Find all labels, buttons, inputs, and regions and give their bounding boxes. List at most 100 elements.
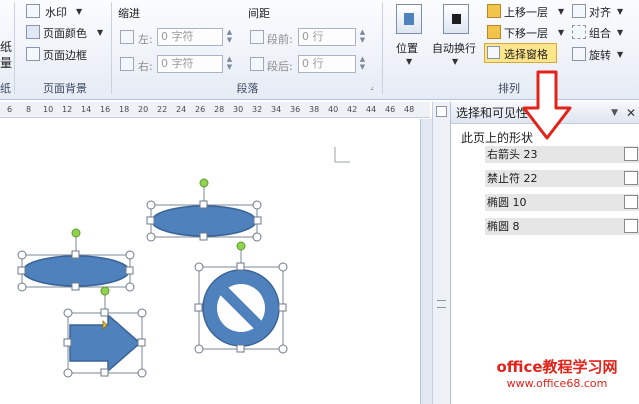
watermark-line-2: www.office68.com [506,377,608,390]
ribbon-stub-bottom[interactable]: 量 [0,54,12,71]
spacing-before-icon [250,30,264,44]
bring-forward-label: 上移一层 [504,6,548,19]
indent-right-stepper[interactable]: ▲ ▼ [225,55,234,73]
chevron-down-icon: ▼ [617,7,624,16]
spacing-before-stepper[interactable]: ▲ ▼ [358,28,367,46]
chevron-down-icon: ▼ [76,7,83,16]
page-color-icon [26,25,40,39]
ruler-tick: 42 [347,105,358,114]
ribbon-stub-top[interactable]: 纸 [0,38,12,55]
resize-handle [236,344,245,353]
ruler-tick: 38 [309,105,320,114]
site-watermark: office教程学习网 www.office68.com [478,356,636,390]
group-icon [572,25,586,39]
ruler-tick: 12 [62,105,73,114]
rotate-icon [572,47,586,61]
indent-left-stepper[interactable]: ▲ ▼ [225,28,234,46]
shape-right-arrow-23[interactable] [63,286,147,378]
resize-handle [137,338,146,347]
selection-pane-label: 选择窗格 [504,48,548,61]
resize-handle [253,216,262,225]
ruler-tick: 14 [81,105,92,114]
group-label: 组合 [589,27,611,40]
spacing-after-stepper[interactable]: ▲ ▼ [358,55,367,73]
scroll-grip-icon[interactable] [437,300,446,308]
send-backward-icon [487,25,501,39]
watermark-icon [26,4,40,18]
watermark-line-1: office教程学习网 [496,358,618,376]
pane-menu-icon[interactable]: ▼ [611,102,618,124]
indent-right-label: 右: [138,60,153,73]
resize-handle [125,266,134,275]
ruler-tick: 36 [290,105,301,114]
divider [111,2,112,94]
spacing-after-label: 段后: [267,60,293,73]
resize-handle [146,216,155,225]
spacing-before-field[interactable]: 0 行 [298,28,356,46]
indent-right-field[interactable]: 0 字符 [157,55,223,73]
resize-handle [278,262,288,272]
shape-ellipse-8[interactable] [17,228,135,292]
rotation-handle [199,178,209,188]
eye-icon[interactable] [624,171,638,185]
shape-ellipse-10[interactable] [146,178,262,242]
resize-handle [63,368,73,378]
resize-handle [71,250,80,259]
ruler-tick: 24 [176,105,187,114]
pane-title: 选择和可见性 [456,106,529,120]
group-label-paragraph: 段落 [236,82,259,95]
resize-handle [278,303,287,312]
rotation-handle [236,241,246,251]
resize-handle [278,344,288,354]
shape-list-item[interactable]: 禁止符 22 [485,170,639,187]
shape-list-item[interactable]: 椭圆 10 [485,194,639,211]
group-label-page-background: 页面背景 [43,82,87,95]
close-icon[interactable]: ✕ [626,102,636,124]
eye-icon[interactable] [624,195,638,209]
document-canvas[interactable] [0,119,420,404]
chevron-down-icon: ▼ [617,50,624,59]
shape-list-item[interactable]: 右箭头 23 [485,146,639,163]
ribbon-stub-group-label: 纸 [0,82,11,95]
rotate-label: 旋转 [589,49,611,62]
eye-icon[interactable] [624,147,638,161]
vertical-ruler[interactable] [432,102,450,404]
spacing-label: 间距 [248,7,270,20]
shape-list-item[interactable]: 椭圆 8 [485,218,639,235]
divider [14,2,15,94]
eye-icon[interactable] [624,219,638,233]
shape-no-symbol-22[interactable] [194,241,288,354]
ruler-tick: 40 [328,105,339,114]
spacing-after-field[interactable]: 0 行 [298,55,356,73]
ruler-tick: 6 [7,105,13,114]
pane-section-label: 此页上的形状 [461,131,534,145]
dialog-launcher-icon[interactable]: ⌟ [370,82,374,91]
shape-name: 禁止符 22 [487,172,538,185]
resize-handle [125,250,135,260]
bring-forward-icon [487,4,501,18]
indent-label: 缩进 [118,7,140,20]
ruler-tick: 20 [138,105,149,114]
resize-handle [71,282,80,291]
indent-left-label: 左: [138,33,153,46]
indent-left-icon [120,30,134,44]
ribbon: 纸 量 纸 水印 ▼ 页面颜色 ▼ 页面边框 页面背景 缩进 间距 左: 0 字… [0,0,639,100]
shape-name: 右箭头 23 [487,148,538,161]
pane-header: 选择和可见性 ▼ ✕ [451,102,639,124]
chevron-down-icon: ▼ [406,57,413,66]
divider [382,2,383,94]
document-shapes [17,147,350,378]
group-label-arrange: 排列 [498,82,520,95]
ruler-tick: 28 [214,105,225,114]
position-icon [396,4,422,34]
horizontal-ruler[interactable]: 6 8 10 12 14 16 18 20 22 24 26 28 30 32 … [0,102,430,118]
ruler-tick: 8 [26,105,32,114]
indent-left-field[interactable]: 0 字符 [157,28,223,46]
chevron-down-icon: ▼ [452,57,459,66]
selection-pane-button[interactable]: 选择窗格 [484,43,557,63]
ruler-tick: 34 [271,105,282,114]
indent-right-icon [120,57,134,71]
ruler-toggle-icon[interactable] [436,106,447,117]
resize-handle [17,266,26,275]
ruler-tick: 30 [233,105,244,114]
